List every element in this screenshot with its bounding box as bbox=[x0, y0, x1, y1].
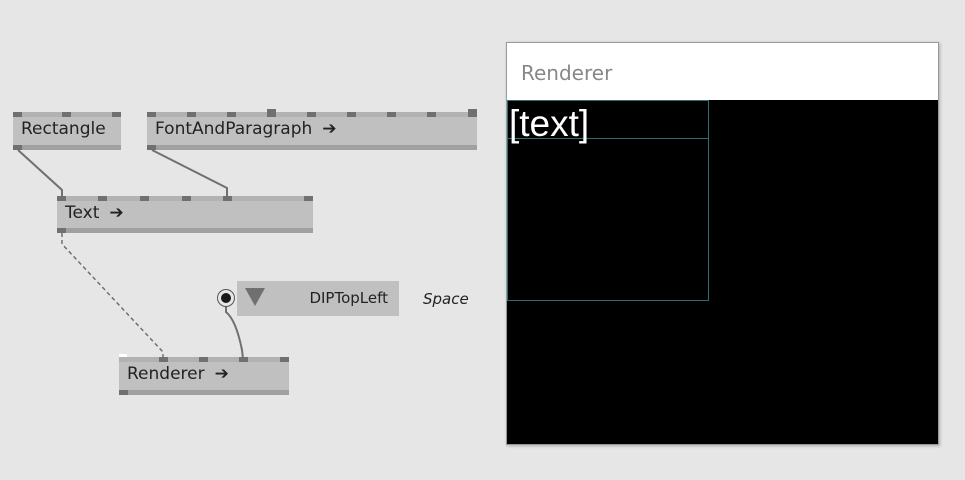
output-pin[interactable] bbox=[57, 228, 66, 233]
window-titlebar[interactable]: Renderer bbox=[507, 43, 938, 100]
node-label-text: Text bbox=[65, 203, 100, 223]
input-pin[interactable] bbox=[112, 112, 121, 117]
arrow-right-icon: ➔ bbox=[214, 364, 229, 384]
node-font-and-paragraph[interactable]: FontAndParagraph ➔ bbox=[147, 109, 477, 150]
iobox-output-handle[interactable] bbox=[218, 290, 234, 306]
input-pin[interactable] bbox=[427, 112, 436, 117]
input-pin[interactable] bbox=[147, 112, 156, 117]
input-pin[interactable] bbox=[13, 112, 22, 117]
input-pin[interactable] bbox=[280, 357, 289, 362]
node-label: Rectangle bbox=[21, 119, 106, 139]
pin-label-space: Space bbox=[423, 290, 469, 308]
output-pin[interactable] bbox=[119, 390, 128, 395]
input-pin[interactable] bbox=[239, 357, 248, 362]
rendered-text: [text] bbox=[509, 103, 590, 144]
wire-text-to-renderer bbox=[61, 233, 164, 359]
input-pin[interactable] bbox=[227, 112, 236, 117]
renderer-window[interactable]: Renderer [text] bbox=[506, 42, 939, 445]
input-pin[interactable] bbox=[387, 112, 396, 117]
input-pin[interactable] bbox=[140, 196, 149, 201]
input-pin[interactable] bbox=[347, 112, 356, 117]
node-label-text: Renderer bbox=[127, 364, 205, 384]
iobox-value: DIPTopLeft bbox=[309, 289, 388, 307]
input-pin[interactable] bbox=[304, 196, 313, 201]
input-pin[interactable] bbox=[307, 112, 316, 117]
node-label: Renderer ➔ bbox=[127, 364, 229, 384]
window-title: Renderer bbox=[521, 61, 613, 85]
input-pin[interactable] bbox=[57, 196, 66, 201]
node-label: FontAndParagraph ➔ bbox=[155, 119, 337, 139]
input-pin[interactable] bbox=[223, 196, 232, 201]
node-label-text: FontAndParagraph bbox=[155, 119, 313, 139]
input-pin[interactable] bbox=[159, 357, 168, 362]
input-pin[interactable] bbox=[182, 196, 191, 201]
input-pin[interactable] bbox=[98, 196, 107, 201]
wire-font-to-text bbox=[151, 149, 228, 198]
arrow-right-icon: ➔ bbox=[322, 119, 337, 139]
dropdown-triangle-icon[interactable] bbox=[245, 288, 265, 306]
input-pin[interactable] bbox=[62, 112, 71, 117]
node-renderer[interactable]: Renderer ➔ bbox=[119, 357, 289, 395]
output-pin[interactable] bbox=[147, 145, 156, 150]
input-pin[interactable] bbox=[199, 357, 208, 362]
arrow-right-icon: ➔ bbox=[109, 203, 124, 223]
node-rectangle[interactable]: Rectangle bbox=[13, 112, 121, 150]
node-text[interactable]: Text ➔ bbox=[57, 196, 313, 233]
input-pin[interactable] bbox=[267, 109, 276, 117]
wire-rectangle-to-text bbox=[17, 149, 63, 198]
node-label: Text ➔ bbox=[65, 203, 124, 223]
input-pin[interactable] bbox=[187, 112, 196, 117]
output-pin[interactable] bbox=[13, 145, 22, 150]
input-pin[interactable] bbox=[468, 109, 477, 117]
iobox-space-enum[interactable]: DIPTopLeft bbox=[237, 281, 399, 316]
